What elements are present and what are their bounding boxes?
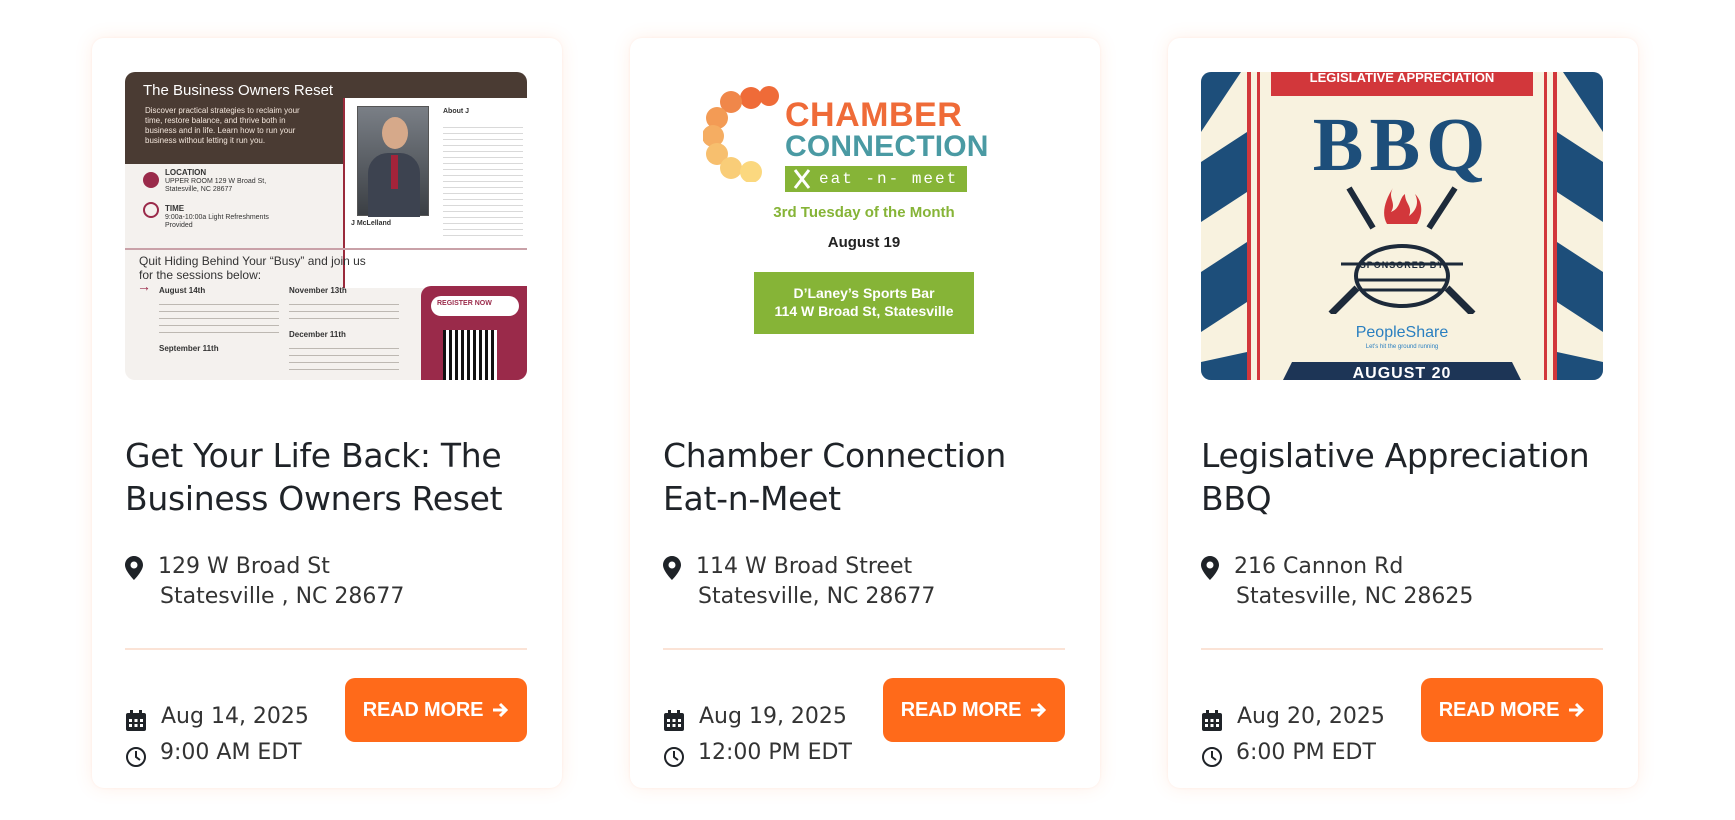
image-heading: The Business Owners Reset xyxy=(143,82,334,99)
session-4: December 11th xyxy=(289,330,346,339)
session-1: August 14th xyxy=(159,286,206,295)
divider xyxy=(1201,648,1603,650)
location-text: UPPER ROOM 129 W Broad St, Statesville, … xyxy=(165,178,267,193)
speaker-name: J McLelland xyxy=(351,220,392,227)
read-more-button[interactable]: READ MORE xyxy=(1421,678,1603,742)
venue-line1: D’Laney’s Sports Bar xyxy=(793,285,935,301)
address-line1: 129 W Broad St xyxy=(158,554,330,579)
map-pin-icon xyxy=(663,556,681,580)
event-title[interactable]: Legislative Appreciation BBQ xyxy=(1201,434,1603,520)
event-image[interactable]: LEGISLATIVE APPRECIATION BBQ SPONSORED B… xyxy=(1201,72,1603,380)
divider xyxy=(125,648,527,650)
map-pin-icon xyxy=(1201,556,1219,580)
event-time: 12:00 PM EDT xyxy=(698,740,852,765)
address-line2: Statesville, NC 28677 xyxy=(698,584,936,609)
address-line2: Statesville , NC 28677 xyxy=(160,584,405,609)
calendar-icon xyxy=(1202,710,1222,731)
event-date: Aug 14, 2025 xyxy=(161,704,309,729)
event-date: Aug 20, 2025 xyxy=(1237,704,1385,729)
time-text: 9:00a-10:00a Light Refreshments Provided xyxy=(165,214,269,229)
sponsor-tagline: Let's hit the ground running xyxy=(1365,344,1439,350)
event-title[interactable]: Get Your Life Back: The Business Owners … xyxy=(125,434,527,520)
read-more-label: READ MORE xyxy=(900,698,1022,721)
time-label: TIME xyxy=(165,204,185,213)
event-image[interactable]: CHAMBER CONNECTION eat -n- meet 3rd Tues… xyxy=(663,72,1065,380)
read-more-label: READ MORE xyxy=(1438,698,1560,721)
speaker-photo xyxy=(357,106,429,217)
event-card[interactable]: LEGISLATIVE APPRECIATION BBQ SPONSORED B… xyxy=(1168,38,1638,788)
image-blurb: Discover practical strategies to reclaim… xyxy=(145,106,300,145)
session-2: November 13th xyxy=(289,286,347,295)
event-time: 9:00 AM EDT xyxy=(160,740,302,765)
address-line2: Statesville, NC 28625 xyxy=(1236,584,1474,609)
read-more-button[interactable]: READ MORE xyxy=(883,678,1065,742)
about-label: About J xyxy=(443,108,470,115)
calendar-icon xyxy=(664,710,684,731)
event-card[interactable]: CHAMBER CONNECTION eat -n- meet 3rd Tues… xyxy=(630,38,1100,788)
event-date: Aug 19, 2025 xyxy=(699,704,847,729)
address-line1: 216 Cannon Rd xyxy=(1234,554,1404,579)
image-date: August 19 xyxy=(827,234,901,251)
event-image[interactable]: The Business Owners Reset Discover pract… xyxy=(125,72,527,380)
sponsored-by-label: SPONSORED BY xyxy=(1359,260,1445,270)
chamber-logo-icon xyxy=(703,86,779,182)
logo-word-connection: CONNECTION xyxy=(785,130,989,163)
image-banner: LEGISLATIVE APPRECIATION xyxy=(1271,72,1533,96)
schedule-text: 3rd Tuesday of the Month xyxy=(773,204,955,221)
sponsor-name: PeopleShare xyxy=(1355,324,1449,341)
arrow-right-icon xyxy=(1031,702,1047,718)
arrow-right-icon xyxy=(1569,702,1585,718)
image-bbq: BBQ xyxy=(1312,103,1492,187)
event-time: 6:00 PM EDT xyxy=(1236,740,1376,765)
sessions-heading: Quit Hiding Behind Your “Busy” and join … xyxy=(139,254,366,282)
read-more-label: READ MORE xyxy=(362,698,484,721)
image-date: AUGUST 20 xyxy=(1277,362,1527,380)
event-card[interactable]: The Business Owners Reset Discover pract… xyxy=(92,38,562,788)
address-line1: 114 W Broad Street xyxy=(696,554,913,579)
read-more-button[interactable]: READ MORE xyxy=(345,678,527,742)
arrow-right-icon xyxy=(493,702,509,718)
divider xyxy=(663,648,1065,650)
clock-icon xyxy=(1202,747,1222,767)
calendar-icon xyxy=(126,710,146,731)
grill-icon xyxy=(1328,186,1476,314)
session-3: September 11th xyxy=(159,344,219,353)
clock-icon xyxy=(126,747,146,767)
location-label: LOCATION xyxy=(165,168,207,177)
event-title[interactable]: Chamber Connection Eat-n-Meet xyxy=(663,434,1065,520)
qr-code-icon xyxy=(443,330,497,380)
venue-box: D’Laney’s Sports Bar 114 W Broad St, Sta… xyxy=(754,272,974,334)
venue-line2: 114 W Broad St, Statesville xyxy=(774,303,954,319)
clock-icon xyxy=(664,747,684,767)
register-label: REGISTER NOW xyxy=(437,300,492,307)
fork-knife-icon xyxy=(793,169,811,189)
map-pin-icon xyxy=(125,556,143,580)
